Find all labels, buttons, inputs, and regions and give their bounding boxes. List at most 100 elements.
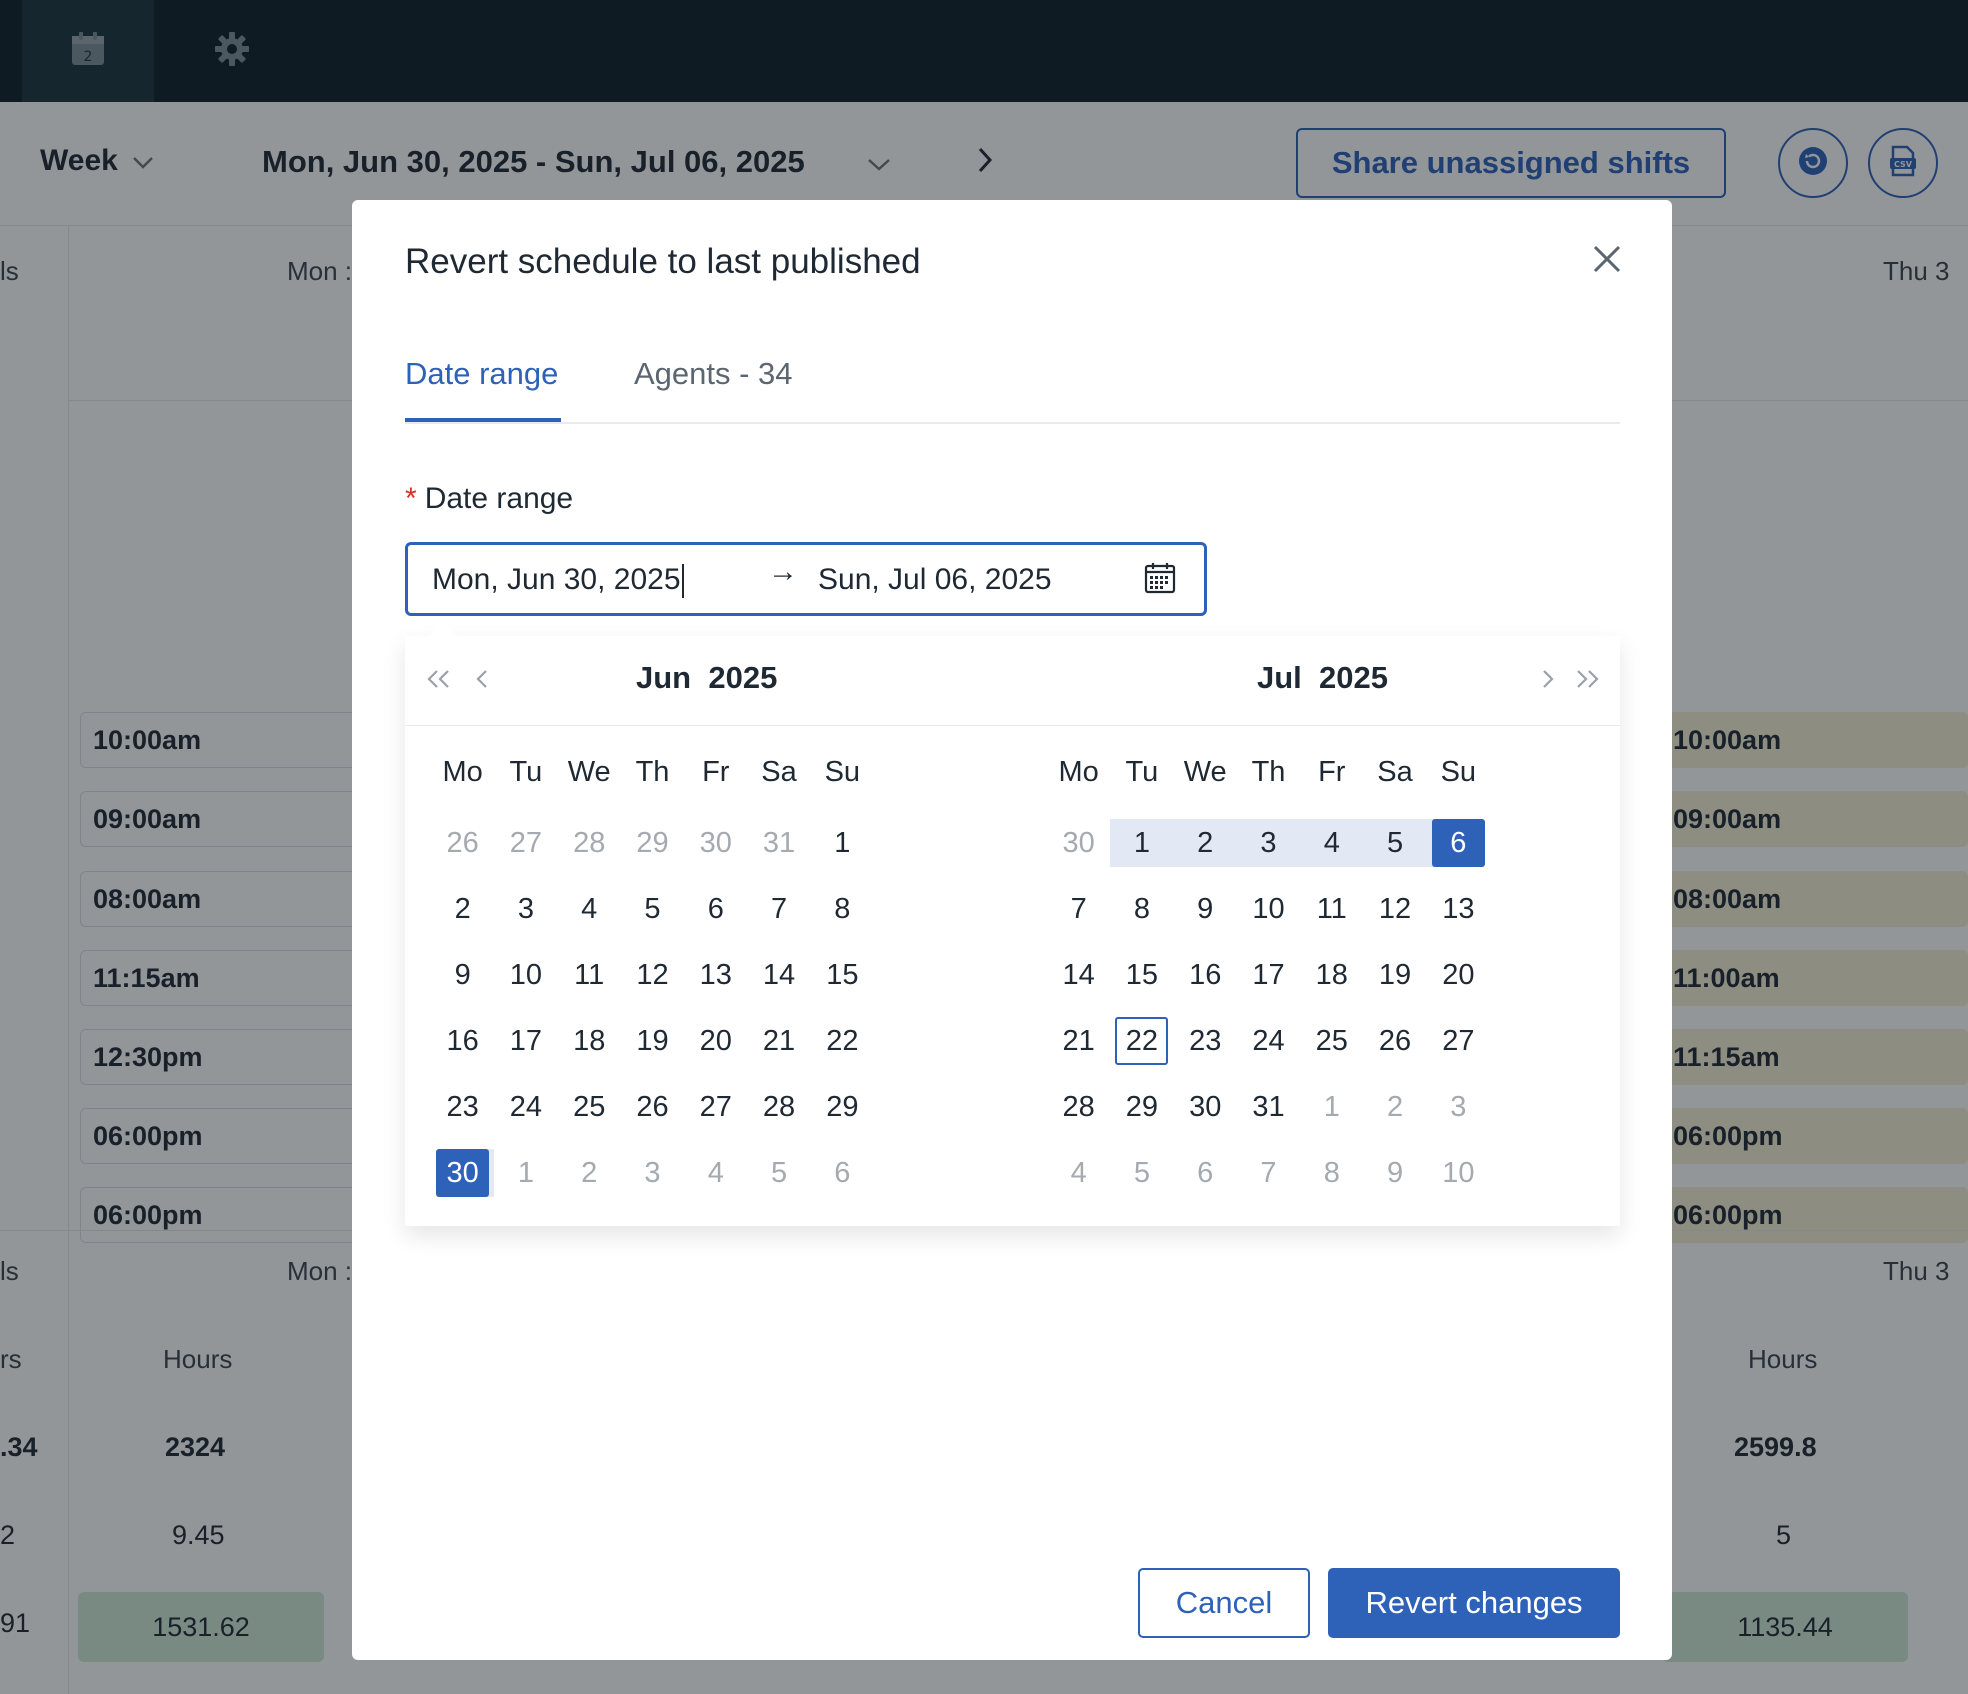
calendar-day[interactable]: 10	[494, 942, 557, 1008]
calendar-day[interactable]: 7	[1047, 876, 1110, 942]
calendar-day[interactable]: 4	[684, 1140, 747, 1206]
calendar-day[interactable]: 9	[1174, 876, 1237, 942]
calendar-day[interactable]: 9	[431, 942, 494, 1008]
calendar-day[interactable]: 26	[1363, 1008, 1426, 1074]
calendar-day[interactable]: 17	[494, 1008, 557, 1074]
calendar-day[interactable]: 19	[1363, 942, 1426, 1008]
calendar-day[interactable]: 31	[1237, 1074, 1300, 1140]
calendar-day[interactable]: 3	[494, 876, 557, 942]
next-month-button[interactable]	[1533, 666, 1563, 696]
calendar-day[interactable]: 25	[558, 1074, 621, 1140]
prev-month-button[interactable]	[467, 666, 497, 696]
calendar-day[interactable]: 16	[1174, 942, 1237, 1008]
calendar-day[interactable]: 2	[431, 876, 494, 942]
calendar-day[interactable]: 25	[1300, 1008, 1363, 1074]
calendar-day[interactable]: 2	[558, 1140, 621, 1206]
calendar-day[interactable]: 8	[811, 876, 874, 942]
calendar-day[interactable]: 18	[1300, 942, 1363, 1008]
calendar-day[interactable]: 22	[811, 1008, 874, 1074]
end-date-input[interactable]: Sun, Jul 06, 2025	[818, 563, 1052, 597]
calendar-day[interactable]: 2	[1363, 1074, 1426, 1140]
calendar-day[interactable]: 13	[684, 942, 747, 1008]
tab-date-range[interactable]: Date range	[405, 356, 558, 392]
calendar-day[interactable]: 30	[1174, 1074, 1237, 1140]
calendar-day[interactable]: 27	[1427, 1008, 1490, 1074]
close-button[interactable]	[1589, 243, 1625, 279]
month-title-june[interactable]: Jun 2025	[636, 660, 777, 696]
calendar-day[interactable]: 15	[811, 942, 874, 1008]
calendar-day[interactable]: 11	[558, 942, 621, 1008]
calendar-day[interactable]: 10	[1237, 876, 1300, 942]
calendar-day[interactable]: 2	[1173, 810, 1238, 876]
calendar-day[interactable]: 19	[621, 1008, 684, 1074]
calendar-day[interactable]: 4	[558, 876, 621, 942]
calendar-day[interactable]: 22	[1110, 1008, 1173, 1074]
calendar-day[interactable]: 12	[1363, 876, 1426, 942]
calendar-day[interactable]: 7	[1237, 1140, 1300, 1206]
calendar-day[interactable]: 3	[1236, 810, 1301, 876]
calendar-day[interactable]: 30	[684, 810, 747, 876]
calendar-day[interactable]: 8	[1300, 1140, 1363, 1206]
calendar-day[interactable]: 9	[1363, 1140, 1426, 1206]
calendar-day[interactable]: 12	[621, 942, 684, 1008]
calendar-day[interactable]: 3	[1427, 1074, 1490, 1140]
calendar-day[interactable]: 17	[1237, 942, 1300, 1008]
calendar-day[interactable]: 11	[1300, 876, 1363, 942]
calendar-day[interactable]: 24	[1237, 1008, 1300, 1074]
calendar-day[interactable]: 8	[1110, 876, 1173, 942]
calendar-day[interactable]: 6	[1174, 1140, 1237, 1206]
start-date-input[interactable]: Mon, Jun 30, 2025	[432, 563, 684, 599]
calendar-day[interactable]: 6	[684, 876, 747, 942]
calendar-day[interactable]: 23	[431, 1074, 494, 1140]
calendar-day[interactable]: 21	[1047, 1008, 1110, 1074]
calendar-day[interactable]: 13	[1427, 876, 1490, 942]
calendar-day[interactable]: 6	[811, 1140, 874, 1206]
calendar-day[interactable]: 6	[1426, 810, 1490, 876]
calendar-day[interactable]: 4	[1300, 810, 1364, 876]
calendar-day[interactable]: 15	[1110, 942, 1173, 1008]
calendar-day[interactable]: 5	[1110, 1140, 1173, 1206]
month-title-july[interactable]: Jul 2025	[1257, 660, 1388, 696]
calendar-day[interactable]: 28	[558, 810, 621, 876]
calendar-day[interactable]: 26	[431, 810, 494, 876]
calendar-day[interactable]: 27	[684, 1074, 747, 1140]
calendar-day[interactable]: 24	[494, 1074, 557, 1140]
calendar-day[interactable]: 20	[1427, 942, 1490, 1008]
calendar-day[interactable]: 1	[1300, 1074, 1363, 1140]
calendar-icon[interactable]	[1143, 561, 1177, 600]
calendar-day[interactable]: 29	[1110, 1074, 1173, 1140]
day-number: 19	[636, 1024, 669, 1057]
calendar-day[interactable]: 21	[747, 1008, 810, 1074]
calendar-day[interactable]: 23	[1174, 1008, 1237, 1074]
revert-changes-button[interactable]: Revert changes	[1328, 1568, 1620, 1638]
calendar-day[interactable]: 14	[1047, 942, 1110, 1008]
calendar-day[interactable]: 20	[684, 1008, 747, 1074]
next-year-button[interactable]	[1573, 666, 1603, 696]
calendar-day[interactable]: 5	[1363, 810, 1427, 876]
calendar-day[interactable]: 30	[1047, 810, 1110, 876]
calendar-day[interactable]: 4	[1047, 1140, 1110, 1206]
calendar-day[interactable]: 1	[1110, 810, 1174, 876]
calendar-day[interactable]: 16	[431, 1008, 494, 1074]
tab-agents[interactable]: Agents - 34	[634, 356, 793, 392]
prev-year-button[interactable]	[423, 666, 453, 696]
cancel-button[interactable]: Cancel	[1138, 1568, 1310, 1638]
calendar-day[interactable]: 3	[621, 1140, 684, 1206]
calendar-day[interactable]: 27	[494, 810, 557, 876]
calendar-day[interactable]: 29	[811, 1074, 874, 1140]
calendar-day[interactable]: 31	[747, 810, 810, 876]
calendar-day[interactable]: 28	[747, 1074, 810, 1140]
calendar-day[interactable]: 14	[747, 942, 810, 1008]
calendar-day[interactable]: 18	[558, 1008, 621, 1074]
calendar-day[interactable]: 10	[1427, 1140, 1490, 1206]
calendar-day[interactable]: 26	[621, 1074, 684, 1140]
calendar-day[interactable]: 1	[811, 810, 874, 876]
date-range-input[interactable]: Mon, Jun 30, 2025 → Sun, Jul 06, 2025	[405, 542, 1207, 616]
calendar-day[interactable]: 1	[494, 1140, 557, 1206]
calendar-day[interactable]: 29	[621, 810, 684, 876]
calendar-day[interactable]: 5	[747, 1140, 810, 1206]
calendar-day[interactable]: 7	[747, 876, 810, 942]
calendar-day[interactable]: 28	[1047, 1074, 1110, 1140]
calendar-day[interactable]: 5	[621, 876, 684, 942]
calendar-day[interactable]: 30	[431, 1140, 495, 1206]
